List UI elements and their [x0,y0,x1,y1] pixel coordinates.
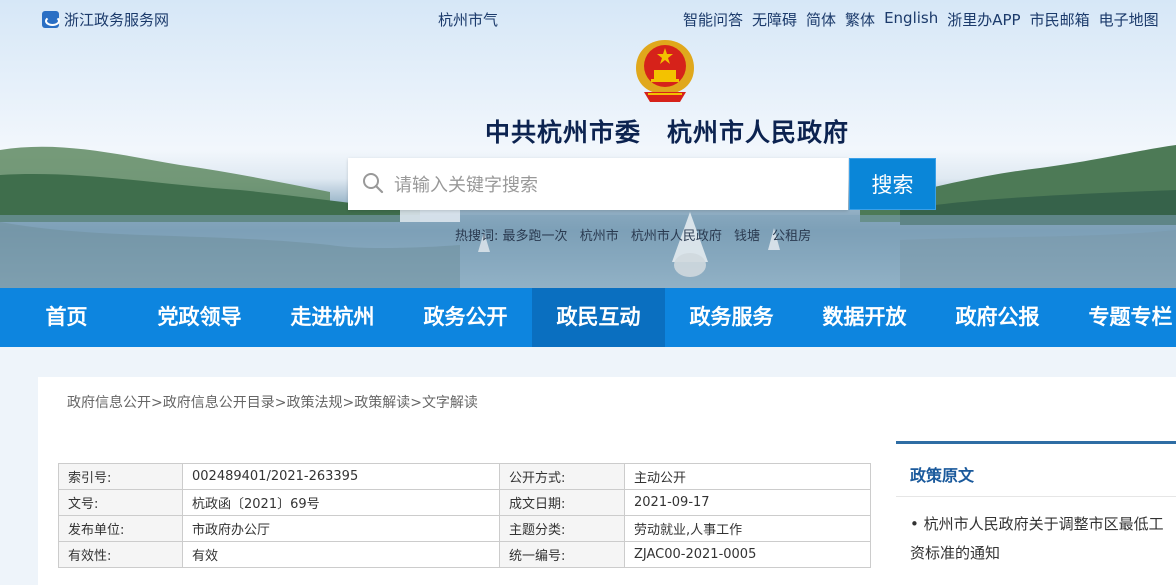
nav-about-hangzhou[interactable]: 走进杭州 [266,288,399,347]
meta-value: 主动公开 [624,463,871,490]
meta-key: 文号: [58,489,183,516]
top-link-accessibility[interactable]: 无障碍 [752,9,797,30]
nav-gazette[interactable]: 政府公报 [931,288,1064,347]
nav-services[interactable]: 政务服务 [665,288,798,347]
search-box [348,158,848,210]
policy-original-title: 政策原文 [910,466,975,485]
meta-value: 劳动就业,人事工作 [624,515,871,542]
top-link-traditional[interactable]: 繁体 [845,9,875,30]
search-icon [363,173,384,194]
meta-value: 有效 [182,541,500,568]
search-button[interactable]: 搜索 [849,158,936,210]
zhejiang-portal-link[interactable]: 浙江政务服务网 [42,9,169,30]
hot-word[interactable]: 杭州市 [580,229,619,244]
zhejiang-logo-icon [42,11,60,28]
main-nav: 首页 党政领导 走进杭州 政务公开 政民互动 政务服务 数据开放 政府公报 专题… [0,288,1176,347]
meta-key: 索引号: [58,463,183,490]
hot-word[interactable]: 公租房 [772,229,811,244]
meta-key: 主题分类: [499,515,625,542]
hot-word[interactable]: 杭州市人民政府 [631,229,722,244]
policy-original-panel: 政策原文 • 杭州市人民政府关于调整市区最低工资标准的通知 [896,441,1176,562]
nav-special-topics[interactable]: 专题专栏 [1064,288,1176,347]
nav-party-leaders[interactable]: 党政领导 [133,288,266,347]
meta-key: 成文日期: [499,489,625,516]
breadcrumb-item[interactable]: 政策法规 [286,395,342,411]
hot-search-words: 热搜词: 最多跑一次 杭州市 杭州市人民政府 钱塘 公租房 [455,225,819,244]
header-banner: 浙江政务服务网 杭州市气 智能问答 无障碍 简体 繁体 English 浙里办A… [0,0,1176,288]
content-panel: 政府信息公开>政府信息公开目录>政策法规>政策解读>文字解读 索引号: 0024… [38,377,1176,585]
zhejiang-portal-label: 浙江政务服务网 [64,11,170,29]
nav-interaction[interactable]: 政民互动 [532,288,665,347]
document-meta-table: 索引号: 002489401/2021-263395 公开方式: 主动公开 文号… [58,463,871,568]
policy-document-title: 杭州市人民政府关于调整市区最低工资标准的通知 [910,515,1164,562]
breadcrumb-item[interactable]: 政策解读 [354,395,410,411]
hot-word[interactable]: 最多跑一次 [503,229,568,244]
meta-value: ZJAC00-2021-0005 [624,541,871,568]
policy-document-link[interactable]: • 杭州市人民政府关于调整市区最低工资标准的通知 [910,510,1176,568]
top-link-citizen-mail[interactable]: 市民邮箱 [1030,9,1090,30]
meta-key: 统一编号: [499,541,625,568]
breadcrumb-item[interactable]: 政府信息公开 [67,395,151,411]
top-links: 智能问答 无障碍 简体 繁体 English 浙里办APP 市民邮箱 电子地图 [683,9,1168,30]
top-bar: 浙江政务服务网 杭州市气 智能问答 无障碍 简体 繁体 English 浙里办A… [0,0,1176,38]
table-row: 发布单位: 市政府办公厅 主题分类: 劳动就业,人事工作 [58,515,871,542]
top-link-english[interactable]: English [884,9,938,30]
breadcrumb-separator: > [342,395,355,411]
table-row: 索引号: 002489401/2021-263395 公开方式: 主动公开 [58,463,871,490]
meta-value: 002489401/2021-263395 [182,463,500,490]
search-input[interactable] [392,166,836,204]
top-link-smart-qa[interactable]: 智能问答 [683,9,743,30]
meta-value: 杭政函〔2021〕69号 [182,489,500,516]
top-link-map[interactable]: 电子地图 [1099,9,1159,30]
nav-government-affairs[interactable]: 政务公开 [399,288,532,347]
meta-key: 发布单位: [58,515,183,542]
weather-widget[interactable]: 杭州市气 [438,9,498,30]
breadcrumb: 政府信息公开>政府信息公开目录>政策法规>政策解读>文字解读 [67,392,478,412]
national-emblem-icon [636,40,694,102]
breadcrumb-separator: > [151,395,163,411]
meta-value: 2021-09-17 [624,489,871,516]
meta-value: 市政府办公厅 [182,515,500,542]
top-link-simplified[interactable]: 简体 [806,9,836,30]
table-row: 文号: 杭政函〔2021〕69号 成文日期: 2021-09-17 [58,489,871,516]
breadcrumb-item[interactable]: 政府信息公开目录 [163,395,275,411]
top-link-zheliban-app[interactable]: 浙里办APP [947,9,1020,30]
breadcrumb-separator: > [274,395,287,411]
hot-search-label: 热搜词: [455,229,499,244]
bullet-icon: • [910,515,924,533]
nav-home[interactable]: 首页 [0,288,133,347]
table-row: 有效性: 有效 统一编号: ZJAC00-2021-0005 [58,541,871,568]
hot-word[interactable]: 钱塘 [734,229,760,244]
nav-open-data[interactable]: 数据开放 [798,288,931,347]
breadcrumb-separator: > [410,395,422,411]
breadcrumb-item[interactable]: 文字解读 [422,395,478,411]
divider [896,496,1176,497]
meta-key: 公开方式: [499,463,625,490]
site-title: 中共杭州市委 杭州市人民政府 [484,118,849,147]
meta-key: 有效性: [58,541,183,568]
